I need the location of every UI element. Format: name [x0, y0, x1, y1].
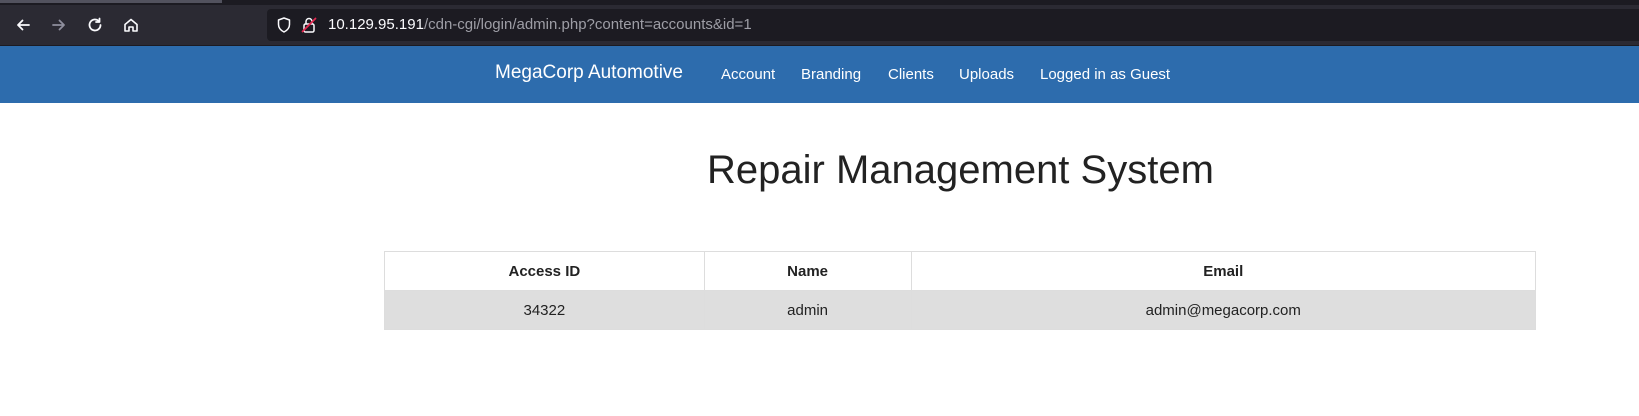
url-text[interactable]: 10.129.95.191/cdn-cgi/login/admin.php?co…	[328, 16, 752, 34]
browser-toolbar: 10.129.95.191/cdn-cgi/login/admin.php?co…	[0, 0, 1639, 46]
page-title: Repair Management System	[707, 148, 1214, 192]
column-header-name: Name	[703, 251, 912, 291]
home-icon	[124, 18, 138, 32]
nav-link-logged-in-user[interactable]: Logged in as Guest	[1040, 66, 1170, 83]
url-path: /cdn-cgi/login/admin.php?content=account…	[423, 16, 752, 33]
forward-button[interactable]	[45, 11, 73, 39]
nav-link-clients[interactable]: Clients	[888, 66, 934, 83]
site-navbar: MegaCorp Automotive Account Branding Cli…	[0, 46, 1639, 103]
reload-button[interactable]	[81, 11, 109, 39]
cell-access-id: 34322	[384, 290, 705, 330]
cell-name: admin	[703, 290, 912, 330]
arrow-left-icon	[17, 19, 30, 31]
table-header-row: Access ID Name Email	[384, 251, 1537, 291]
active-tab-indicator[interactable]	[0, 0, 222, 3]
arrow-right-icon	[52, 19, 65, 31]
home-button[interactable]	[117, 11, 145, 39]
accounts-table: Access ID Name Email 34322 admin admin@m…	[384, 251, 1537, 330]
address-bar[interactable]: 10.129.95.191/cdn-cgi/login/admin.php?co…	[267, 9, 1639, 41]
table-row: 34322 admin admin@megacorp.com	[384, 290, 1537, 330]
reload-icon	[88, 17, 102, 32]
column-header-access-id: Access ID	[384, 251, 705, 291]
nav-link-uploads[interactable]: Uploads	[959, 66, 1014, 83]
brand-link[interactable]: MegaCorp Automotive	[495, 62, 683, 84]
insecure-lock-icon[interactable]	[300, 16, 318, 34]
url-host: 10.129.95.191	[328, 16, 424, 33]
column-header-email: Email	[910, 251, 1537, 291]
back-button[interactable]	[9, 11, 37, 39]
nav-link-account[interactable]: Account	[721, 66, 775, 83]
cell-email: admin@megacorp.com	[910, 290, 1537, 330]
nav-link-branding[interactable]: Branding	[801, 66, 861, 83]
tab-strip	[0, 0, 1639, 5]
shield-icon[interactable]	[275, 16, 293, 34]
